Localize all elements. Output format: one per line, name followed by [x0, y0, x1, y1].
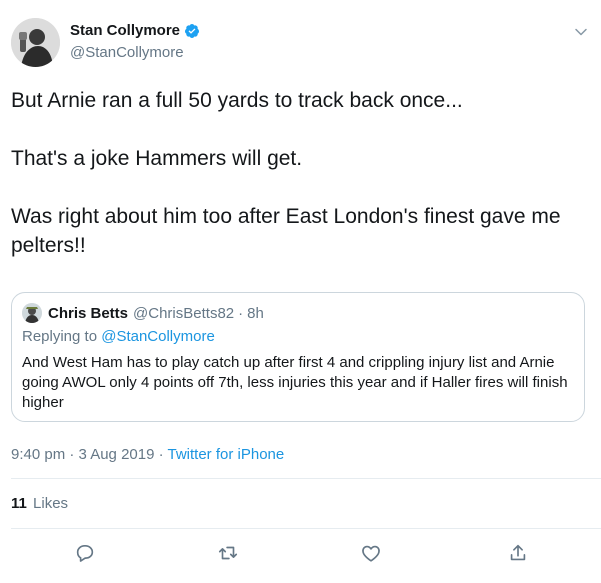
replying-to-mention-link[interactable]: @StanCollymore [101, 328, 215, 345]
verified-badge-icon [184, 23, 200, 39]
retweet-icon[interactable] [217, 542, 239, 564]
separator-dot: · [238, 304, 244, 322]
more-options-chevron-down-icon[interactable] [574, 25, 588, 39]
likes-label: Likes [33, 495, 69, 512]
share-icon[interactable] [507, 542, 529, 564]
quoted-author-handle: @ChrisBetts82 [133, 304, 235, 322]
like-icon[interactable] [360, 542, 382, 564]
author-avatar[interactable] [11, 18, 60, 67]
divider [11, 528, 601, 529]
quoted-author-avatar [22, 303, 42, 323]
divider [11, 478, 601, 479]
quoted-author-name: Chris Betts [48, 304, 129, 322]
separator-dot: · [154, 446, 168, 463]
quoted-tweet[interactable]: Chris Betts @ChrisBetts82 · 8h Replying … [11, 292, 585, 422]
reply-icon[interactable] [74, 542, 96, 564]
tweet-text: But Arnie ran a full 50 yards to track b… [11, 86, 586, 260]
author-name-row[interactable]: Stan Collymore [70, 22, 200, 39]
tweet-text-line: Was right about him too after East Londo… [11, 205, 561, 257]
replying-to-prefix: Replying to [22, 328, 102, 345]
author-handle[interactable]: @StanCollymore [70, 44, 184, 61]
action-bar [0, 538, 601, 568]
tweet-text-line: But Arnie ran a full 50 yards to track b… [11, 89, 463, 112]
author-display-name[interactable]: Stan Collymore [70, 22, 180, 39]
tweet-meta: 9:40 pm · 3 Aug 2019 · Twitter for iPhon… [11, 446, 284, 463]
quoted-tweet-header: Chris Betts @ChrisBetts82 · 8h [22, 303, 264, 323]
tweet-source-link[interactable]: Twitter for iPhone [168, 446, 285, 463]
likes-stat[interactable]: 11 Likes [11, 495, 68, 512]
tweet-text-line: That's a joke Hammers will get. [11, 147, 303, 170]
tweet-timestamp[interactable]: 9:40 pm · 3 Aug 2019 [11, 446, 154, 463]
tweet-card: Stan Collymore @StanCollymore But Arnie … [0, 0, 601, 583]
quoted-tweet-time: 8h [247, 304, 264, 322]
likes-count: 11 [11, 495, 27, 512]
replying-to-line: Replying to @StanCollymore [22, 328, 215, 345]
quoted-tweet-text: And West Ham has to play catch up after … [22, 354, 568, 411]
